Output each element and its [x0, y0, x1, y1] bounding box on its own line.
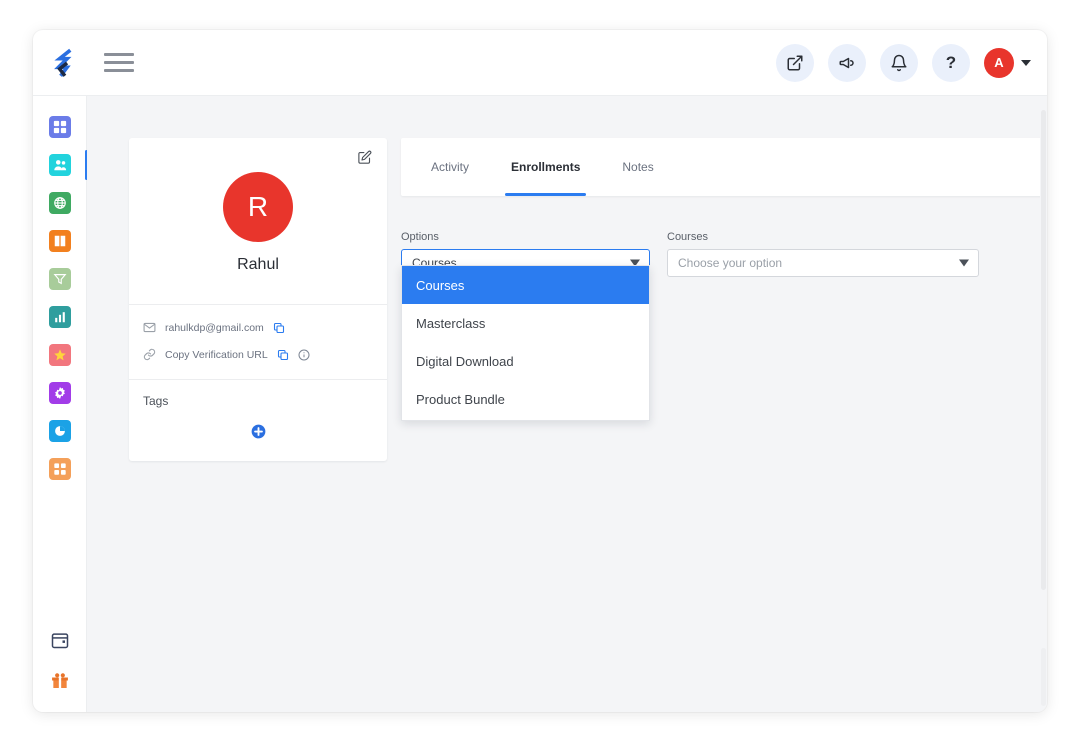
- profile-card: R Rahul rahulkdp@gmail.com Copy Verifica…: [129, 138, 387, 461]
- menu-bar: [104, 53, 134, 56]
- dropdown-option-masterclass[interactable]: Masterclass: [402, 304, 649, 342]
- sidebar-item-marketing[interactable]: [33, 260, 87, 298]
- chevron-down-icon: [959, 259, 969, 267]
- profile-avatar: R: [223, 172, 293, 242]
- brand-logo[interactable]: [39, 48, 93, 78]
- mail-icon: [143, 322, 156, 333]
- tab-notes[interactable]: Notes: [616, 138, 659, 196]
- sidebar-item-calendar[interactable]: [33, 620, 87, 660]
- tags-label: Tags: [143, 394, 169, 408]
- sidebar-item-reports[interactable]: [33, 298, 87, 336]
- help-icon: ?: [945, 53, 957, 72]
- edit-profile-button[interactable]: [357, 150, 375, 168]
- announcements-button[interactable]: [828, 43, 866, 82]
- tab-enrollments[interactable]: Enrollments: [505, 138, 587, 196]
- megaphone-icon: [839, 57, 854, 68]
- calendar-icon: [51, 633, 68, 649]
- book-icon: [48, 230, 71, 252]
- menu-bar: [104, 69, 134, 72]
- scrollbar-track[interactable]: [1040, 96, 1047, 712]
- pie-chart-icon: [48, 420, 71, 442]
- users-icon: [48, 154, 71, 176]
- courses-select[interactable]: Choose your option: [667, 249, 979, 277]
- copy-icon[interactable]: [277, 349, 289, 361]
- tab-bar-card: Activity Enrollments Notes: [401, 138, 1047, 196]
- dropdown-option-courses[interactable]: Courses: [402, 266, 649, 304]
- external-link-icon: [787, 55, 803, 70]
- sidebar-item-site[interactable]: [33, 184, 87, 222]
- email-row: rahulkdp@gmail.com: [143, 321, 373, 334]
- contact-details: rahulkdp@gmail.com Copy Verification URL: [129, 305, 387, 379]
- courses-label: Courses: [667, 231, 708, 243]
- header-actions: ? A: [776, 43, 1047, 82]
- tab-bar: Activity Enrollments Notes: [401, 138, 1047, 196]
- dropdown-option-product-bundle[interactable]: Product Bundle: [402, 380, 649, 418]
- gear-icon: [48, 382, 71, 404]
- menu-toggle-button[interactable]: [102, 48, 136, 78]
- sidebar-item-apps[interactable]: [33, 450, 87, 488]
- star-icon: [48, 344, 71, 366]
- courses-field: Courses Choose your option: [667, 231, 979, 277]
- avatar: A: [984, 47, 1014, 78]
- profile-name: Rahul: [237, 256, 279, 273]
- gift-icon: [51, 673, 68, 688]
- edit-icon: [358, 150, 372, 164]
- menu-bar: [104, 61, 134, 64]
- scrollbar-thumb[interactable]: [1041, 110, 1046, 590]
- sidebar-item-dashboard[interactable]: [33, 108, 87, 146]
- main-content: R Rahul rahulkdp@gmail.com Copy Verifica…: [87, 96, 1047, 712]
- external-link-button[interactable]: [776, 43, 814, 82]
- sidebar-item-users[interactable]: [33, 146, 88, 184]
- grid-icon: [48, 116, 71, 138]
- copy-icon[interactable]: [273, 322, 285, 334]
- sidebar-item-settings[interactable]: [33, 374, 87, 412]
- add-tag-button[interactable]: [251, 424, 266, 439]
- user-menu[interactable]: A: [984, 47, 1031, 78]
- verification-url-label: Copy Verification URL: [165, 348, 268, 361]
- verification-url-row: Copy Verification URL: [143, 348, 373, 361]
- email-value: rahulkdp@gmail.com: [165, 321, 264, 334]
- scrollbar-thumb-secondary[interactable]: [1041, 648, 1046, 706]
- notifications-button[interactable]: [880, 43, 918, 82]
- sidebar-item-analytics[interactable]: [33, 412, 87, 450]
- options-dropdown: Courses Masterclass Digital Download Pro…: [401, 265, 650, 421]
- tags-section: Tags: [129, 380, 387, 461]
- dropdown-option-digital-download[interactable]: Digital Download: [402, 342, 649, 380]
- chevron-down-icon: [1021, 59, 1031, 66]
- info-icon[interactable]: [298, 349, 310, 361]
- options-field: Options Courses Courses Masterclass Digi…: [401, 231, 650, 421]
- help-button[interactable]: ?: [932, 43, 970, 82]
- bell-icon: [891, 54, 907, 71]
- sidebar-item-reviews[interactable]: [33, 336, 87, 374]
- courses-select-placeholder: Choose your option: [678, 256, 783, 270]
- app-header: ? A: [33, 30, 1047, 96]
- sidebar-item-gift[interactable]: [33, 660, 87, 700]
- funnel-icon: [48, 268, 71, 290]
- app-window: ? A R Rahul rahulkdp@gmail.com Copy Veri…: [33, 30, 1047, 712]
- apps-icon: [48, 458, 71, 480]
- link-icon: [143, 348, 156, 361]
- brand-logo-icon: [54, 48, 72, 77]
- sidebar: [33, 96, 88, 712]
- page-background: ? A R Rahul rahulkdp@gmail.com Copy Veri…: [0, 0, 1080, 740]
- sidebar-item-courses[interactable]: [33, 222, 87, 260]
- options-label: Options: [401, 231, 439, 243]
- bar-chart-icon: [48, 306, 71, 328]
- globe-icon: [48, 192, 71, 214]
- tab-activity[interactable]: Activity: [425, 138, 475, 196]
